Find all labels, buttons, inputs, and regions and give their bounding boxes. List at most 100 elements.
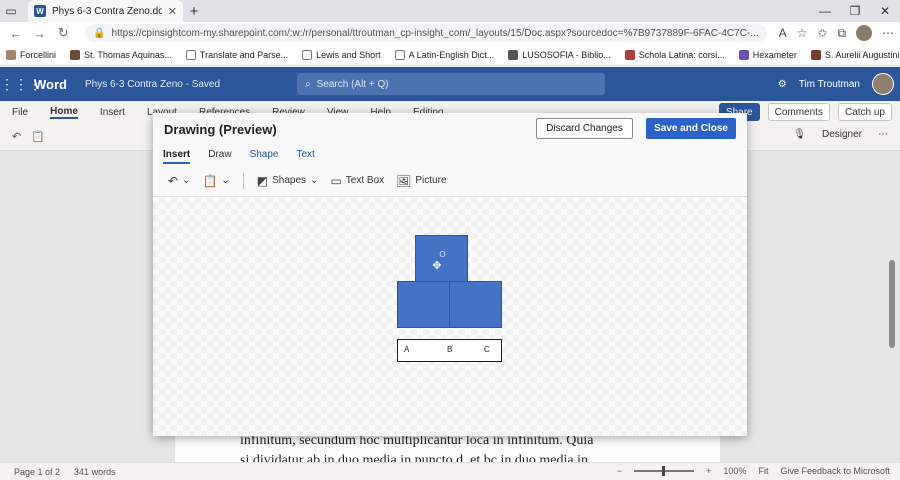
rectangle-shape-top[interactable]: O ✥ (415, 235, 468, 282)
bookmark-item[interactable]: S. Aurelii Augustini... (810, 49, 900, 60)
bookmark-item[interactable]: Translate and Parse... (185, 49, 288, 60)
word-header: ⋮⋮⋮ Word Phys 6-3 Contra Zeno - Saved ⌕ … (0, 67, 900, 101)
dialog-title: Drawing (Preview) (164, 122, 277, 137)
status-right: − + 100% Fit Give Feedback to Microsoft (617, 466, 890, 476)
refresh-icon[interactable]: ↻ (53, 25, 73, 41)
tab-file[interactable]: File (12, 107, 28, 118)
picture-button[interactable]: 🖼 Picture (393, 174, 449, 188)
bookmark-item[interactable]: Hexameter (738, 49, 797, 60)
back-icon[interactable]: ← (6, 26, 26, 41)
undo-icon[interactable]: ↶ (12, 130, 21, 143)
rectangle-shape-right[interactable] (449, 281, 502, 328)
url-field[interactable]: 🔒 https://cpinsightcom-my.sharepoint.com… (85, 24, 767, 42)
chevron-down-icon: ⌄ (221, 175, 230, 186)
ribbon-commands-right: 🎙 Designer ⋯ (793, 129, 888, 140)
rectangle-shape-left[interactable] (397, 281, 450, 328)
zoom-thumb[interactable] (662, 466, 666, 476)
bookmark-favicon-icon (70, 49, 81, 60)
close-window-icon[interactable]: ✕ (870, 4, 900, 18)
bookmark-favicon-icon (624, 49, 635, 60)
status-bar: Page 1 of 2 341 words − + 100% Fit Give … (0, 462, 900, 480)
vertical-scrollbar[interactable] (889, 260, 895, 348)
paste-button[interactable]: 📋 ⌄ (199, 174, 232, 188)
drawing-canvas[interactable]: O ✥ A B C (153, 197, 747, 436)
shape-label: O (439, 250, 446, 259)
clipboard-icon[interactable]: 📋 (31, 130, 45, 143)
search-icon: ⌕ (305, 78, 311, 90)
collections-icon[interactable]: ⧉ (837, 26, 846, 41)
page-count: Page 1 of 2 (14, 466, 61, 477)
favorite-icon[interactable]: ☆ (797, 26, 808, 40)
move-cursor-icon: ✥ (432, 260, 442, 272)
label-a: A (404, 345, 410, 354)
zoom-out-icon[interactable]: − (617, 466, 622, 476)
label-c: C (484, 345, 490, 354)
tab-home[interactable]: Home (50, 106, 78, 119)
bookmark-item[interactable]: A Latin-English Dict... (394, 49, 494, 60)
new-tab-icon[interactable]: + (183, 3, 205, 20)
designer-button[interactable]: Designer (822, 129, 862, 140)
text-box-button[interactable]: ▭ Text Box (327, 174, 387, 188)
tab-insert[interactable]: Insert (100, 107, 125, 118)
minimize-icon[interactable]: — (810, 4, 840, 18)
tab-text[interactable]: Text (297, 149, 315, 164)
zoom-slider[interactable] (634, 466, 695, 476)
bookmark-item[interactable]: Forcellini (6, 49, 56, 60)
browser-tab[interactable]: W Phys 6-3 Contra Zeno.docx ✕ (28, 0, 183, 22)
picture-icon: 🖼 (396, 173, 412, 188)
bookmark-item[interactable]: St. Thomas Aquinas... (70, 49, 172, 60)
chevron-down-icon: ⌄ (310, 175, 319, 186)
tab-title: Phys 6-3 Contra Zeno.docx (52, 5, 162, 17)
tab-draw[interactable]: Draw (208, 149, 231, 164)
read-aloud-icon[interactable]: A (779, 26, 787, 40)
labels-text-box[interactable]: A B C (397, 339, 502, 362)
word-count: 341 words (74, 466, 116, 477)
document-title[interactable]: Phys 6-3 Contra Zeno - Saved (85, 79, 220, 90)
tab-actions-icon[interactable]: ▭ (0, 0, 22, 22)
bookmark-favicon-icon (6, 49, 16, 60)
feedback-link[interactable]: Give Feedback to Microsoft (780, 466, 890, 476)
bookmark-item[interactable]: LUSOSOFIA - Biblio... (508, 49, 611, 60)
search-input[interactable]: ⌕ Search (Alt + Q) (297, 73, 605, 95)
undo-button[interactable]: ↶ ⌄ (165, 174, 193, 188)
restore-icon[interactable]: ❐ (840, 4, 870, 18)
user-name[interactable]: Tim Troutman (799, 79, 860, 90)
app-launcher-icon[interactable]: ⋮⋮⋮ (0, 76, 42, 93)
catch-up-button[interactable]: Catch up (837, 103, 892, 121)
forward-icon[interactable]: → (30, 26, 50, 41)
comments-button[interactable]: Comments (767, 103, 830, 121)
browser-actions: A ☆ ✩ ⧉ ⋯ (779, 25, 894, 41)
discard-changes-button[interactable]: Discard Changes (536, 118, 633, 139)
bookmark-favicon-icon (810, 49, 821, 60)
page-icon (394, 49, 405, 60)
settings-icon[interactable]: ⚙ (778, 79, 787, 90)
bookmark-item[interactable]: Schola Latina: corsi... (624, 49, 725, 60)
shapes-icon: ◩ (256, 173, 269, 188)
dialog-toolbar: ↶ ⌄ 📋 ⌄ ◩ Shapes ⌄ ▭ Text Box 🖼 Picture (153, 165, 747, 197)
tab-insert[interactable]: Insert (163, 149, 191, 164)
chevron-down-icon: ⌄ (182, 175, 191, 186)
tab-shape[interactable]: Shape (250, 149, 279, 164)
shapes-button[interactable]: ◩ Shapes ⌄ (254, 174, 322, 188)
close-tab-icon[interactable]: ✕ (168, 5, 177, 18)
avatar[interactable] (872, 73, 894, 95)
more-icon[interactable]: ⋯ (882, 26, 894, 40)
drawing-dialog: Drawing (Preview) Discard Changes Save a… (153, 113, 747, 436)
more-options-icon[interactable]: ⋯ (878, 129, 888, 140)
browser-tab-bar: ▭ W Phys 6-3 Contra Zeno.docx ✕ + — ❐ ✕ (0, 0, 900, 22)
favorites-icon[interactable]: ✩ (817, 26, 827, 40)
lock-icon[interactable]: 🔒 (93, 28, 105, 39)
fit-button[interactable]: Fit (758, 466, 768, 476)
bookmark-favicon-icon (508, 49, 519, 60)
search-placeholder: Search (Alt + Q) (316, 78, 389, 90)
profile-avatar[interactable] (856, 25, 873, 41)
window-controls: — ❐ ✕ (810, 4, 900, 18)
zoom-in-icon[interactable]: + (706, 466, 711, 476)
dialog-header: Drawing (Preview) Discard Changes Save a… (153, 113, 747, 165)
url-text: https://cpinsightcom-my.sharepoint.com/:… (111, 27, 759, 39)
bookmark-item[interactable]: Lewis and Short (302, 49, 381, 60)
app-name[interactable]: Word (34, 77, 67, 92)
zoom-level[interactable]: 100% (723, 466, 746, 476)
save-and-close-button[interactable]: Save and Close (646, 118, 736, 139)
microphone-icon[interactable]: 🎙 (793, 129, 806, 140)
